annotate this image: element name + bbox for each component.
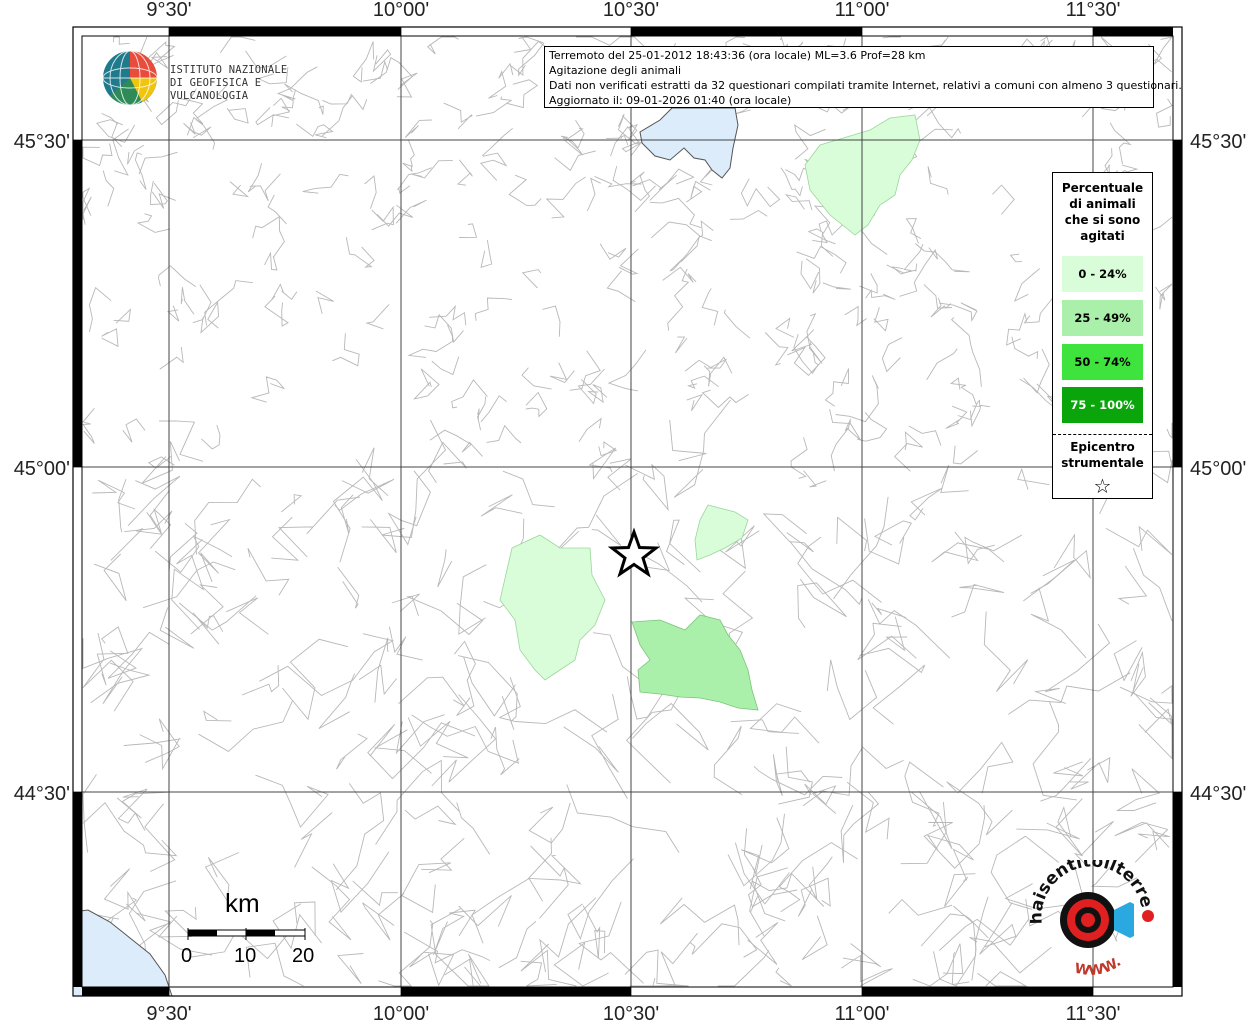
legend-epicenter-line: strumentale: [1061, 456, 1144, 470]
lat-label: 45°30': [14, 131, 70, 153]
legend-title-line: Percentuale: [1061, 181, 1144, 195]
legend-title: Percentuale di animali che si sono agita…: [1053, 180, 1152, 244]
legend-divider: [1053, 434, 1152, 435]
map-subject: Agitazione degli animali: [549, 64, 682, 77]
legend-epicenter-label: Epicentro strumentale: [1053, 439, 1152, 471]
legend-class-50-74: 50 - 74%: [1062, 344, 1143, 380]
event-header: Terremoto del 25-01-2012 18:43:36 (ora l…: [549, 49, 926, 62]
scale-unit: km: [225, 888, 260, 918]
scale-tick: 10: [234, 945, 257, 967]
ingv-logo: ISTITUTO NAZIONALE DI GEOFISICA E VULCAN…: [100, 48, 320, 108]
map-area: [73, 27, 1182, 996]
right-lat-labels: 45°30' 45°00' 44°30': [1190, 131, 1246, 805]
lon-label: 11°30': [1066, 0, 1121, 21]
lon-label: 9°30': [146, 1003, 191, 1024]
top-lon-labels: 9°30' 10°00' 10°30' 11°00' 11°30': [146, 0, 1120, 21]
event-info-box: Terremoto del 25-01-2012 18:43:36 (ora l…: [544, 46, 1182, 108]
lat-label: 44°30': [14, 783, 70, 805]
legend-title-line: di animali: [1069, 197, 1136, 211]
legend-epicenter-line: Epicentro: [1070, 440, 1135, 454]
badge-www: WWW.: [1073, 954, 1124, 979]
lon-label: 10°30': [603, 1003, 659, 1024]
legend-class-25-49: 25 - 49%: [1062, 300, 1143, 336]
haisentito-logo-icon: haisentitoilterremoto.it WWW.: [1021, 845, 1156, 979]
globe-logo-icon: [102, 50, 158, 106]
lon-label: 11°00': [835, 1003, 890, 1024]
scale-bar: km 0 10 20: [180, 888, 330, 978]
legend-class-75-100: 75 - 100%: [1062, 387, 1143, 423]
scale-tick: 20: [292, 945, 315, 967]
legend-star-icon: ☆: [1093, 474, 1112, 498]
scale-tick: 0: [181, 945, 193, 967]
lon-label: 10°00': [373, 0, 429, 21]
svg-text:WWW.: WWW.: [1073, 954, 1124, 979]
lon-label: 10°30': [603, 0, 659, 21]
lon-label: 10°00': [373, 1003, 429, 1024]
data-note: Dati non verificati estratti da 32 quest…: [549, 79, 1182, 92]
lon-label: 11°30': [1066, 1003, 1121, 1024]
logo-line: DI GEOFISICA E VULCANOLOGIA: [170, 77, 262, 102]
lat-label: 45°00': [1190, 458, 1246, 480]
bottom-lon-labels: 9°30' 10°00' 10°30' 11°00' 11°30': [146, 1003, 1120, 1024]
lon-label: 11°00': [835, 0, 890, 21]
haisentito-badge: haisentitoilterremoto.it WWW.: [1021, 845, 1165, 980]
logo-line: ISTITUTO NAZIONALE: [170, 64, 288, 76]
lat-label: 44°30': [1190, 783, 1246, 805]
lon-label: 9°30': [146, 0, 191, 21]
legend: Percentuale di animali che si sono agita…: [1052, 172, 1153, 499]
legend-title-line: agitati: [1080, 229, 1125, 243]
lat-label: 45°00': [14, 458, 70, 480]
legend-title-line: che si sono: [1064, 213, 1141, 227]
left-lat-labels: 45°30' 45°00' 44°30': [14, 131, 70, 805]
update-time: Aggiornato il: 09-01-2026 01:40 (ora loc…: [549, 94, 792, 107]
legend-class-0-24: 0 - 24%: [1062, 256, 1143, 292]
lat-label: 45°30': [1190, 131, 1246, 153]
